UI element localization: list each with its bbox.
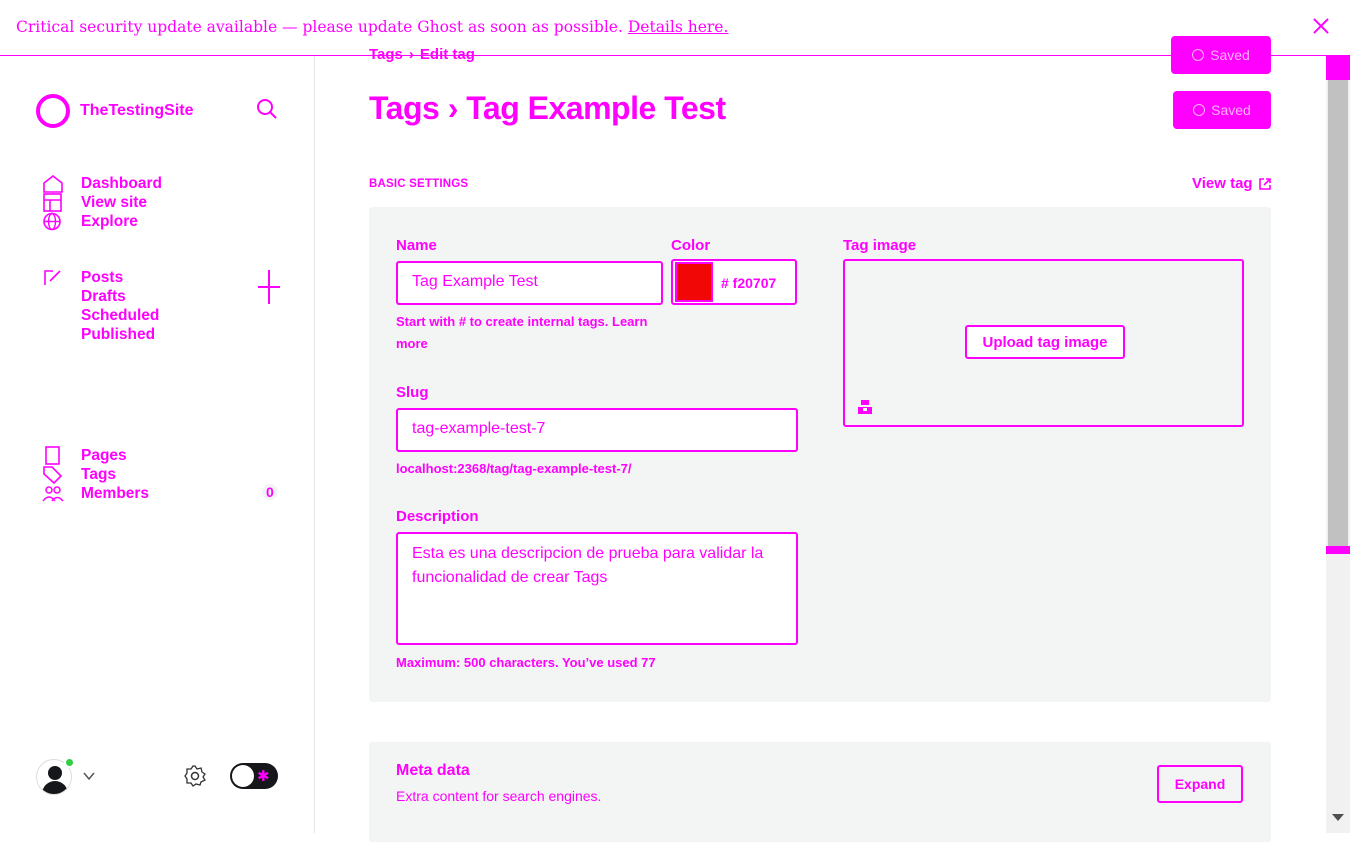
sidebar-item-label: Drafts: [81, 287, 126, 305]
brand[interactable]: TheTestingSite: [36, 94, 194, 128]
layout-icon: [43, 193, 62, 212]
nav-primary: Dashboard View site Explore: [42, 174, 162, 231]
sidebar-footer: ✱: [36, 757, 281, 795]
breadcrumb-root[interactable]: Tags: [369, 46, 403, 63]
slug-input[interactable]: tag-example-test-7: [396, 408, 798, 452]
site-logo: [36, 94, 70, 128]
save-button-top[interactable]: Saved: [1171, 36, 1271, 74]
sidebar-item-scheduled[interactable]: Scheduled: [42, 306, 159, 325]
nav-posts: Posts Drafts Scheduled Published: [42, 268, 159, 344]
name-input[interactable]: Tag Example Test: [396, 261, 663, 305]
pencil-icon: [44, 270, 61, 285]
sidebar: TheTestingSite Dashboard View site Explo…: [0, 56, 315, 833]
sidebar-item-label: Explore: [81, 212, 138, 230]
save-label: Saved: [1211, 102, 1251, 118]
sidebar-item-label: View site: [81, 193, 148, 211]
sidebar-item-label: Dashboard: [81, 174, 162, 192]
site-name: TheTestingSite: [80, 102, 194, 119]
save-label: Saved: [1210, 47, 1250, 63]
page-title: Tags › Tag Example Test: [369, 90, 726, 126]
sidebar-item-members[interactable]: Members 0: [42, 484, 278, 503]
scrollbar-thumb[interactable]: [1328, 14, 1348, 550]
sidebar-item-published[interactable]: Published: [42, 325, 159, 344]
view-tag-link[interactable]: View tag: [1192, 175, 1272, 192]
banner-details-link[interactable]: Details here.: [628, 18, 729, 36]
main-content: Tags › Edit tag Tags › Tag Example Test …: [315, 46, 1326, 842]
scrollbar[interactable]: [1326, 0, 1350, 833]
meta-data-subtitle: Extra content for search engines.: [396, 788, 602, 804]
members-count-badge: 0: [262, 484, 278, 500]
sidebar-item-label: Published: [81, 325, 156, 343]
sidebar-item-label: Posts: [81, 268, 124, 286]
external-link-icon: [1258, 177, 1271, 190]
sidebar-item-label: Members: [81, 484, 150, 502]
basic-settings-card: Name Tag Example Test Start with # to cr…: [369, 207, 1271, 702]
globe-icon: [43, 212, 61, 231]
sidebar-item-drafts[interactable]: Drafts: [42, 287, 159, 306]
description-hint: Maximum: 500 characters. You’ve used 77: [396, 655, 656, 670]
tag-image-label: Tag image: [843, 237, 917, 254]
name-hint: Start with # to create internal tags. Le…: [396, 314, 648, 329]
scroll-down-icon[interactable]: [1332, 814, 1344, 821]
close-icon[interactable]: [1310, 16, 1332, 38]
slug-label: Slug: [396, 384, 429, 401]
sidebar-item-dashboard[interactable]: Dashboard: [42, 174, 162, 193]
slug-url: localhost:2368/tag/tag-example-test-7/: [396, 461, 632, 476]
view-tag-label: View tag: [1192, 175, 1253, 192]
sidebar-item-tags[interactable]: Tags: [42, 465, 149, 484]
sidebar-item-posts[interactable]: Posts: [42, 268, 159, 287]
breadcrumb-current: Edit tag: [419, 46, 475, 63]
banner-message: Critical security update available — ple…: [16, 18, 623, 36]
sidebar-item-label: Scheduled: [81, 306, 160, 324]
meta-data-card: Meta data Extra content for search engin…: [369, 742, 1271, 842]
scrollbar-marker: [1326, 546, 1350, 554]
members-icon: [42, 486, 64, 502]
dark-mode-toggle[interactable]: ✱: [230, 763, 278, 789]
new-post-icon[interactable]: [258, 270, 280, 304]
sidebar-item-view-site[interactable]: View site: [42, 193, 162, 212]
sidebar-item-label: Tags: [81, 465, 117, 483]
search-icon[interactable]: [256, 98, 278, 120]
home-icon: [43, 174, 63, 193]
section-label: BASIC SETTINGS: [369, 178, 469, 190]
sidebar-item-pages[interactable]: Pages: [42, 446, 149, 465]
spinner-icon: [1193, 104, 1206, 116]
page-icon: [45, 446, 60, 465]
save-button[interactable]: Saved: [1173, 91, 1271, 129]
breadcrumb: Tags › Edit tag: [369, 46, 475, 63]
name-label: Name: [396, 237, 437, 254]
breadcrumb-separator: ›: [408, 46, 414, 63]
sidebar-item-explore[interactable]: Explore: [42, 212, 162, 231]
security-banner: Critical security update available — ple…: [0, 0, 1350, 56]
tag-image-dropzone[interactable]: Upload tag image: [843, 259, 1244, 427]
online-status-dot: [64, 757, 75, 768]
description-label: Description: [396, 508, 479, 525]
spinner-icon: [1192, 49, 1205, 61]
chevron-down-icon[interactable]: [82, 769, 96, 783]
sun-icon: ✱: [257, 768, 270, 785]
color-swatch[interactable]: [675, 262, 713, 302]
sidebar-item-label: Pages: [81, 446, 127, 464]
upload-tag-image-button[interactable]: Upload tag image: [965, 325, 1125, 359]
unsplash-icon[interactable]: [857, 399, 873, 415]
meta-data-title: Meta data: [396, 762, 470, 779]
expand-button[interactable]: Expand: [1157, 765, 1243, 803]
learn-more-link[interactable]: more: [396, 336, 428, 351]
description-textarea[interactable]: Esta es una descripcion de prueba para v…: [396, 532, 798, 645]
color-label: Color: [671, 237, 711, 254]
banner-text: Critical security update available — ple…: [16, 18, 728, 36]
tag-icon: [43, 466, 63, 484]
gear-icon[interactable]: [183, 764, 207, 788]
color-hex-value: # f20707: [721, 275, 777, 291]
nav-secondary: Pages Tags Members 0: [42, 446, 278, 503]
